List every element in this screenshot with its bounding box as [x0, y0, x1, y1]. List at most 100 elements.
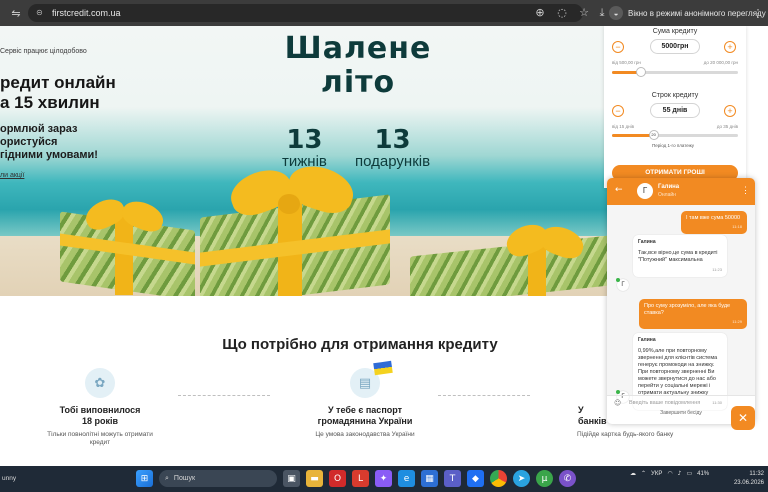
requirement-age-desc: Тільки повнолітні можуть отримати кредит — [47, 431, 153, 446]
chrome-icon[interactable] — [490, 470, 507, 487]
lock-icon[interactable]: ⊝ — [36, 8, 46, 18]
period-note: Період 1-го платежу — [652, 143, 695, 148]
hero-banner[interactable]: Сервіс працює цілодобово редит онлайн а … — [0, 26, 610, 296]
copilot-icon[interactable]: ✦ — [375, 470, 392, 487]
download-icon[interactable]: ⤓ — [594, 5, 610, 21]
agent-avatar-small: Г — [616, 278, 629, 291]
bookmark-star-icon[interactable]: ☆ — [576, 4, 592, 20]
message-time: 11:18 — [732, 224, 742, 229]
agent-avatar: Г — [637, 183, 653, 199]
term-increase-button[interactable]: + — [724, 105, 736, 117]
zoom-icon[interactable]: ⊕ — [532, 4, 548, 20]
message-time: 11:23 — [712, 267, 722, 272]
gift-box-left — [60, 193, 195, 296]
browser-toolbar: ⇋ ⊝ firstcredit.com.ua ⊕ ◌ ☆ ⤓ ◒ Вікно в… — [0, 0, 768, 26]
message-out: Про суму зрозуміло, але яка буде ставка?… — [639, 299, 747, 329]
requirement-card-desc: Підійде картка будь-якого банку — [577, 431, 674, 438]
term-max: до 35 днів — [716, 124, 738, 129]
app-l-icon[interactable]: L — [352, 470, 369, 487]
message-time: 11:29 — [732, 319, 742, 324]
message-text: 0,99%,але при повторному зверненні для к… — [638, 348, 718, 396]
tray-chevron-icon[interactable]: ⌃ — [641, 470, 646, 477]
chat-widget: ← Г Галина Онлайн ⋮ І там вже сума 50000… — [607, 178, 755, 424]
message-author: Галина — [638, 239, 656, 245]
web-page: Сервіс працює цілодобово редит онлайн а … — [0, 26, 768, 466]
amount-min: від 500,00 грн — [612, 60, 641, 65]
weather-widget[interactable]: unny — [2, 475, 16, 482]
chat-close-button[interactable]: ✕ — [731, 406, 755, 430]
passport-icon: ▤ — [350, 360, 393, 398]
start-button-icon[interactable]: ⊞ — [136, 470, 153, 487]
file-explorer-icon[interactable]: ▬ — [306, 470, 323, 487]
clock-date: 23.06.2026 — [733, 480, 764, 486]
back-arrow-icon[interactable]: ← — [615, 185, 623, 195]
opera-icon[interactable]: O — [329, 470, 346, 487]
divider-dots — [438, 395, 530, 396]
message-author: Галина — [638, 337, 656, 343]
message-in: Галина Так,все вірно,це сума в кредиті "… — [633, 235, 727, 277]
taskbar-search[interactable]: ⌕ Пошук — [159, 470, 277, 487]
online-dot — [616, 278, 620, 282]
taskbar: unny ⊞ ⌕ Пошук ▣ ▬ O L ✦ e ▦ T ◆ ➤ µ ✆ ☁… — [0, 466, 768, 492]
menu-dots-icon[interactable]: ⋮ — [750, 5, 766, 21]
message-out: І там вже сума 50000 11:18 — [681, 211, 747, 234]
volume-icon[interactable]: ♪ — [678, 470, 682, 477]
system-tray: ☁ ⌃ УКР ◠ ♪ ▭ 41% — [630, 470, 709, 477]
promo-title-line2: літо — [320, 65, 396, 100]
clock-time: 11:32 — [749, 471, 764, 477]
language-indicator[interactable]: УКР — [651, 471, 662, 477]
chat-menu-icon[interactable]: ⋮ — [741, 185, 750, 196]
cloud-icon[interactable]: ☁ — [630, 470, 636, 477]
teams-icon[interactable]: T — [444, 470, 461, 487]
hero-sub-line1: ормлюй зараз — [0, 123, 78, 135]
chat-input-placeholder[interactable]: Введіть ваше повідомлення — [629, 400, 700, 406]
age-badge-icon: ✿ — [85, 368, 115, 398]
store-icon[interactable]: ▦ — [421, 470, 438, 487]
agent-name: Галина — [658, 184, 680, 190]
term-slider-thumb[interactable]: 20 — [648, 130, 659, 140]
term-value[interactable]: 55 днів — [650, 103, 700, 118]
hero-subtitle: ормлюй зараз ористуйся гідними умовами! — [0, 123, 116, 162]
hero-headline: редит онлайн а 15 хвилин — [0, 73, 116, 113]
site-info-icon[interactable]: ⇋ — [8, 5, 24, 21]
taskbar-search-placeholder: Пошук — [173, 475, 196, 482]
online-dot — [616, 390, 620, 394]
requirement-age-title: Тобі виповнилося 18 років — [59, 405, 141, 426]
requirement-age: ✿ Тобі виповнилося 18 років Тільки повно… — [40, 368, 160, 447]
amount-increase-button[interactable]: + — [724, 41, 736, 53]
taskbar-apps: ⊞ ⌕ Пошук ▣ ▬ O L ✦ e ▦ T ◆ ➤ µ ✆ — [136, 470, 576, 487]
promo-weeks: 13 тижнів — [282, 126, 327, 170]
hero-sub-line2: ористуйся — [0, 136, 58, 148]
dropbox-icon[interactable]: ◆ — [467, 470, 484, 487]
viber-icon[interactable]: ✆ — [559, 470, 576, 487]
battery-percent: 41% — [697, 470, 710, 477]
edge-icon[interactable]: e — [398, 470, 415, 487]
chat-messages[interactable]: І там вже сума 50000 11:18 Г Галина Так,… — [607, 205, 755, 410]
amount-slider[interactable] — [612, 67, 738, 77]
gift-box-right — [410, 219, 610, 296]
eye-off-icon[interactable]: ◌ — [554, 4, 570, 20]
wifi-icon[interactable]: ◠ — [667, 470, 672, 477]
emoji-icon[interactable]: ☺ — [614, 399, 621, 407]
telegram-icon[interactable]: ➤ — [513, 470, 530, 487]
message-text: Про суму зрозуміло, але яка буде ставка? — [644, 303, 731, 316]
battery-icon[interactable]: ▭ — [686, 470, 692, 477]
amount-slider-thumb[interactable] — [635, 67, 646, 77]
loan-calculator: Сума кредиту − 5000грн + від 500,00 грн … — [604, 26, 746, 188]
hero-headline-line1: редит онлайн — [0, 73, 116, 92]
task-view-icon[interactable]: ▣ — [283, 470, 300, 487]
term-slider[interactable]: 20 — [612, 130, 738, 140]
url-text[interactable]: firstcredit.com.ua — [52, 8, 121, 18]
utorrent-icon[interactable]: µ — [536, 470, 553, 487]
term-decrease-button[interactable]: − — [612, 105, 624, 117]
amount-label: Сума кредиту — [652, 28, 698, 35]
amount-value[interactable]: 5000грн — [650, 39, 700, 54]
promo-gifts: 13 подарунків — [355, 126, 430, 170]
incognito-indicator[interactable]: ◒ Вікно в режимі анонімного перегляду — [609, 5, 766, 21]
promo-conditions-link[interactable]: ли акції — [0, 172, 116, 179]
address-bar[interactable]: ⊝ firstcredit.com.ua — [28, 4, 583, 22]
message-text: Так,все вірно,це сума в кредиті "Потужни… — [638, 250, 718, 263]
taskbar-clock[interactable]: 11:32 23.06.2026 — [728, 470, 764, 488]
amount-decrease-button[interactable]: − — [612, 41, 624, 53]
search-icon: ⌕ — [165, 474, 169, 482]
